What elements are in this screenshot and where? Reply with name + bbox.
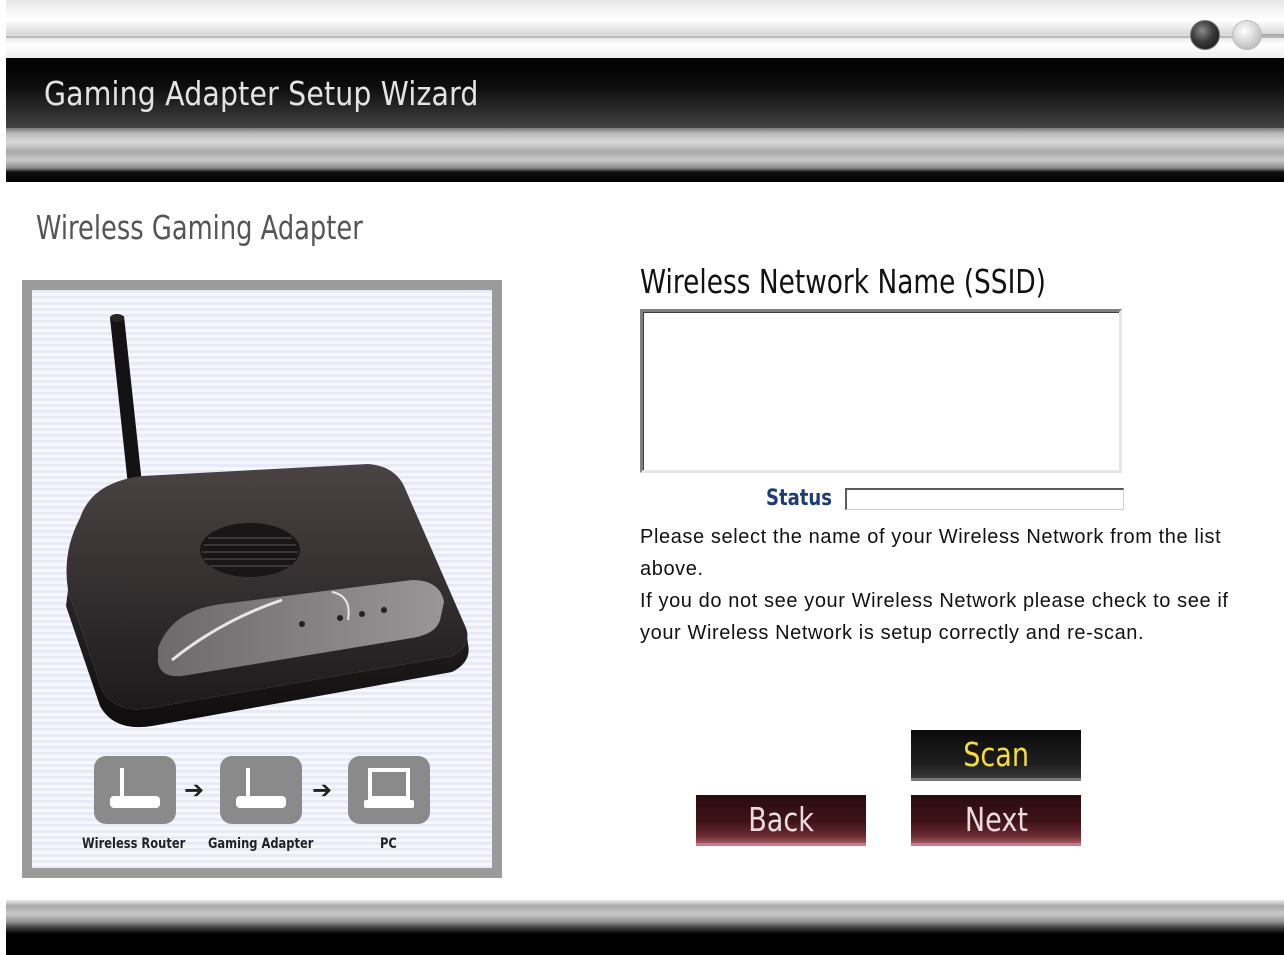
product-image-frame: ➔ ➔ Wireless Router Gaming Adapter PC: [22, 280, 502, 878]
arrow-right-icon: ➔: [184, 777, 205, 804]
back-button[interactable]: Back: [696, 795, 866, 846]
minimize-button[interactable]: [1190, 20, 1220, 50]
gaming-adapter-icon: [220, 756, 302, 824]
chrome-divider: [1262, 34, 1284, 36]
flow-label-pc: PC: [380, 836, 397, 852]
scan-button[interactable]: Scan: [911, 730, 1081, 781]
section-heading: Wireless Gaming Adapter: [36, 208, 363, 247]
flow-label-adapter: Gaming Adapter: [208, 836, 314, 852]
ssid-label: Wireless Network Name (SSID): [640, 262, 1046, 301]
next-button[interactable]: Next: [911, 795, 1081, 846]
status-label: Status: [766, 486, 832, 511]
back-button-label: Back: [748, 799, 814, 839]
next-button-label: Next: [964, 799, 1028, 839]
close-button[interactable]: [1232, 20, 1262, 50]
chrome-divider: [6, 36, 1284, 38]
pc-icon: [348, 756, 430, 824]
flow-label-router: Wireless Router: [82, 836, 186, 852]
instructions-text: Please select the name of your Wireless …: [640, 521, 1240, 649]
wireless-router-icon: [94, 756, 176, 824]
arrow-right-icon: ➔: [312, 777, 333, 804]
ssid-listbox[interactable]: [640, 309, 1122, 473]
status-field: [845, 488, 1124, 510]
title-subbar: [6, 128, 1284, 182]
window-top-chrome: [6, 0, 1284, 58]
scan-button-label: Scan: [963, 734, 1029, 774]
instruction-select: Please select the name of your Wireless …: [640, 526, 1222, 580]
product-image-panel: ➔ ➔ Wireless Router Gaming Adapter PC: [32, 290, 492, 868]
instruction-rescan: If you do not see your Wireless Network …: [640, 590, 1229, 644]
window-bottom-chrome: [6, 900, 1284, 955]
app-title: Gaming Adapter Setup Wizard: [44, 74, 479, 113]
title-bar: Gaming Adapter Setup Wizard: [6, 58, 1284, 128]
